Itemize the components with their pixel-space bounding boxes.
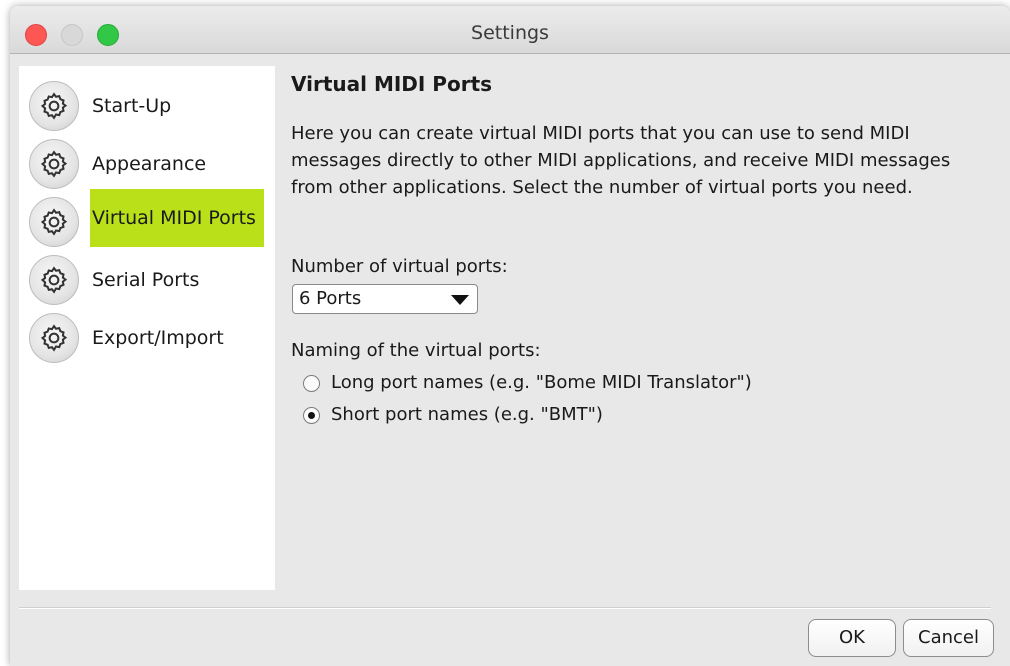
- sidebar-item-label: Virtual MIDI Ports: [90, 189, 264, 247]
- gear-icon: [29, 255, 79, 305]
- ports-count-value: 6 Ports: [299, 288, 362, 309]
- window-title: Settings: [471, 22, 549, 44]
- sidebar-item-serial-ports[interactable]: Serial Ports: [29, 254, 269, 306]
- gear-icon: [29, 313, 79, 363]
- title-bar: Settings: [10, 6, 1010, 54]
- port-naming-label: Naming of the virtual ports:: [291, 340, 541, 361]
- sidebar-item-appearance[interactable]: Appearance: [29, 138, 269, 190]
- gear-icon: [29, 197, 79, 247]
- panel-description: Here you can create virtual MIDI ports t…: [291, 123, 951, 198]
- settings-sidebar: Start-Up Appearance Virtual MIDI Ports S…: [19, 66, 275, 590]
- sidebar-item-label: Serial Ports: [92, 269, 200, 291]
- ports-count-select[interactable]: 6 Ports: [292, 284, 478, 314]
- sidebar-item-virtual-midi-ports[interactable]: Virtual MIDI Ports: [29, 189, 269, 248]
- panel-heading: Virtual MIDI Ports: [291, 72, 493, 96]
- short-names-radio[interactable]: [303, 407, 320, 424]
- sidebar-item-export-import[interactable]: Export/Import: [29, 312, 269, 364]
- sidebar-item-start-up[interactable]: Start-Up: [29, 80, 269, 132]
- dropdown-arrow-icon: [451, 295, 469, 305]
- radio-label: Long port names (e.g. "Bome MIDI Transla…: [331, 372, 752, 393]
- ports-count-label: Number of virtual ports:: [291, 256, 508, 277]
- long-names-radio[interactable]: [303, 375, 320, 392]
- sidebar-item-label: Export/Import: [92, 327, 224, 349]
- sidebar-item-label: Start-Up: [92, 95, 172, 117]
- radio-label: Short port names (e.g. "BMT"): [331, 404, 603, 425]
- ok-button[interactable]: OK: [808, 619, 896, 657]
- cancel-button[interactable]: Cancel: [903, 619, 994, 657]
- footer-divider: [19, 607, 991, 609]
- gear-icon: [29, 139, 79, 189]
- sidebar-item-label: Appearance: [92, 153, 207, 175]
- gear-icon: [29, 81, 79, 131]
